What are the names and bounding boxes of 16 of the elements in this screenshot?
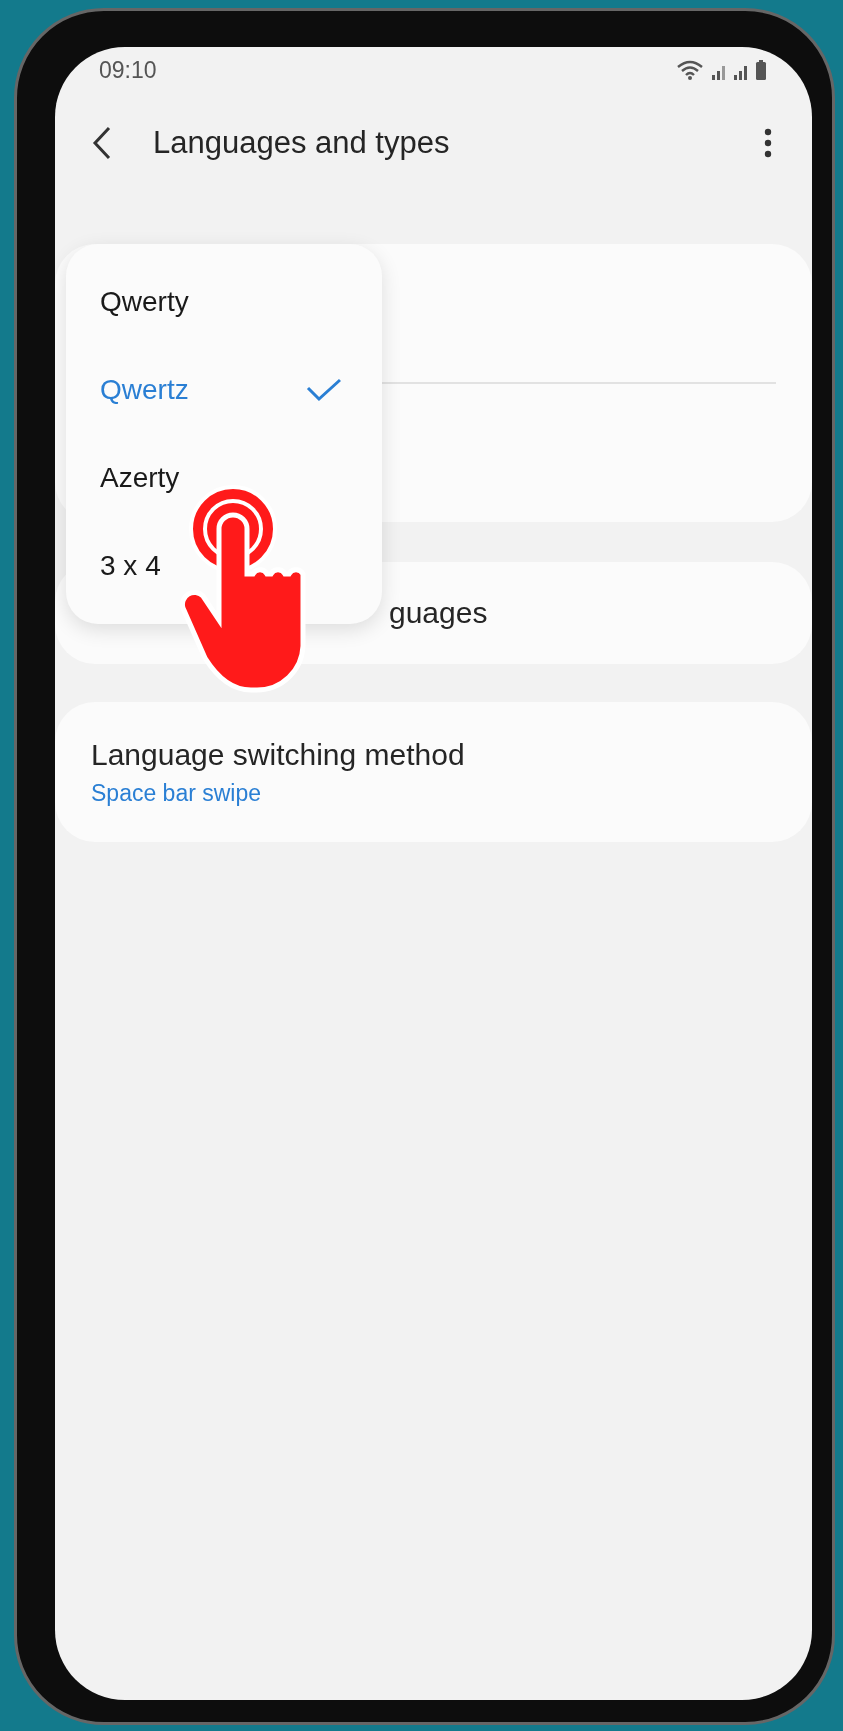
menu-option[interactable]: Qwertz bbox=[66, 346, 382, 434]
status-time: 09:10 bbox=[99, 56, 157, 84]
menu-option[interactable]: Qwerty bbox=[66, 258, 382, 346]
item-title: guages bbox=[389, 596, 488, 630]
wifi-icon bbox=[676, 60, 704, 80]
item-title: Language switching method bbox=[91, 737, 466, 772]
back-icon[interactable] bbox=[91, 126, 113, 160]
menu-option[interactable]: Azerty bbox=[66, 434, 382, 522]
more-icon[interactable] bbox=[764, 128, 772, 158]
signal-icon bbox=[734, 66, 747, 80]
battery-icon bbox=[756, 60, 766, 80]
page-title: Languages and types bbox=[153, 125, 451, 161]
settings-item[interactable]: Language switching method Space bar swipe bbox=[55, 702, 812, 842]
check-icon bbox=[306, 378, 342, 402]
item-value: Space bar swipe bbox=[91, 779, 263, 807]
signal-icon bbox=[712, 66, 725, 80]
